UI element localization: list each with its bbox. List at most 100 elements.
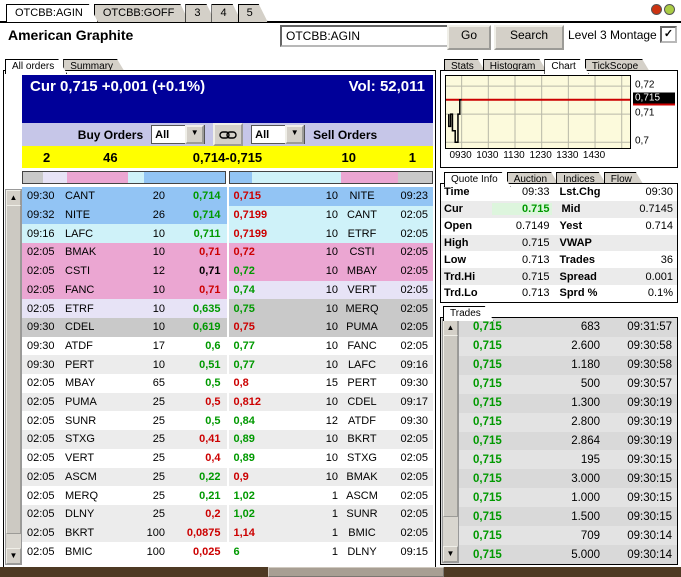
bid-half[interactable]: 02:05 BMAK 10 0,71 <box>22 243 227 262</box>
book-row[interactable]: 09:30 CDEL 10 0,619 0,75 10 PUMA 02:05 <box>22 317 433 337</box>
window-dot-red-icon[interactable] <box>651 4 662 15</box>
bid-half[interactable]: 02:05 DLNY 25 0,2 <box>22 504 227 524</box>
sell-filter-select[interactable]: All ▼ <box>251 125 306 144</box>
orderbook-tab-all-orders[interactable]: All orders <box>5 59 67 74</box>
book-row[interactable]: 02:05 MERQ 25 0,21 1,02 1 ASCM 02:05 <box>22 486 433 505</box>
bid-half[interactable]: 09:30 CANT 20 0,714 <box>22 187 227 206</box>
depth-segment <box>144 172 225 183</box>
bid-half[interactable]: 09:30 CDEL 10 0,619 <box>22 317 227 337</box>
ask-half[interactable]: 0,715 10 NITE 09:23 <box>228 187 433 206</box>
scroll-down-icon[interactable]: ▼ <box>6 548 21 564</box>
ask-half[interactable]: 0,7199 10 ETRF 02:05 <box>228 224 433 244</box>
ask-half[interactable]: 0,74 10 VERT 02:05 <box>228 280 433 300</box>
scroll-up-icon[interactable]: ▲ <box>6 190 21 206</box>
book-row[interactable]: 02:05 VERT 25 0,4 0,89 10 STXG 02:05 <box>22 448 433 468</box>
bid-half[interactable]: 02:05 PUMA 25 0,5 <box>22 392 227 412</box>
chart-tab-chart[interactable]: Chart <box>544 59 588 74</box>
book-row[interactable]: 02:05 BKRT 100 0,0875 1,14 1 BMIC 02:05 <box>22 523 433 543</box>
bid-half[interactable]: 02:05 BKRT 100 0,0875 <box>22 523 227 543</box>
book-row[interactable]: 09:16 LAFC 10 0,711 0,7199 10 ETRF 02:05 <box>22 224 433 244</box>
ask-size: 1 <box>331 545 338 558</box>
ask-half[interactable]: 1,14 1 BMIC 02:05 <box>228 523 433 543</box>
bid-half[interactable]: 09:30 PERT 10 0,51 <box>22 355 227 375</box>
trade-time: 09:30:14 <box>627 529 672 542</box>
scroll-down-icon[interactable]: ▼ <box>443 546 458 562</box>
book-row[interactable]: 09:30 ATDF 17 0,6 0,77 10 FANC 02:05 <box>22 336 433 356</box>
bid-half[interactable]: 09:30 ATDF 17 0,6 <box>22 336 227 356</box>
ask-half[interactable]: 0,8 15 PERT 09:30 <box>228 374 433 393</box>
bid-price: 0,51 <box>199 358 221 371</box>
bid-half[interactable]: 02:05 ASCM 25 0,22 <box>22 467 227 487</box>
chevron-down-icon[interactable]: ▼ <box>185 125 205 144</box>
book-row[interactable]: 02:05 BMAK 10 0,71 0,72 10 CSTI 02:05 <box>22 243 433 262</box>
window-tab-5[interactable]: 5 <box>238 4 268 22</box>
window-tab-4[interactable]: 4 <box>211 4 241 22</box>
book-row[interactable]: 02:05 PUMA 25 0,5 0,812 10 CDEL 09:17 <box>22 392 433 412</box>
ask-half[interactable]: 0,77 10 FANC 02:05 <box>228 336 433 356</box>
ask-half[interactable]: 0,9 10 BMAK 02:05 <box>228 467 433 487</box>
trade-time: 09:30:19 <box>627 434 672 447</box>
bid-depth-bar <box>22 171 226 184</box>
window-tab-otcbb-goff[interactable]: OTCBB:GOFF <box>94 4 190 22</box>
quote-row: High 0.715 VWAP <box>441 234 677 252</box>
scrollbar-thumb[interactable] <box>443 335 458 517</box>
orderbook-scrollbar[interactable]: ▲ ▼ <box>5 189 22 565</box>
trade-price: 0,715 <box>473 416 502 429</box>
ask-half[interactable]: 0,89 10 BKRT 02:05 <box>228 430 433 449</box>
ask-half[interactable]: 0,812 10 CDEL 09:17 <box>228 392 433 412</box>
book-row[interactable]: 02:05 BMIC 100 0,025 6 1 DLNY 09:15 <box>22 542 433 562</box>
bid-half[interactable]: 02:05 SUNR 25 0,5 <box>22 411 227 431</box>
trade-time: 09:30:19 <box>627 397 672 410</box>
bid-half[interactable]: 02:05 BMIC 100 0,025 <box>22 542 227 562</box>
symbol-input[interactable] <box>280 25 454 47</box>
bid-half[interactable]: 09:32 NITE 26 0,714 <box>22 205 227 225</box>
ask-half[interactable]: 0,72 10 MBAY 02:05 <box>228 261 433 281</box>
book-row[interactable]: 02:05 ASCM 25 0,22 0,9 10 BMAK 02:05 <box>22 467 433 487</box>
window-dot-green-icon[interactable] <box>664 4 675 15</box>
book-row[interactable]: 09:32 NITE 26 0,714 0,7199 10 CANT 02:05 <box>22 205 433 225</box>
buy-filter-select[interactable]: All ▼ <box>151 125 206 144</box>
ask-half[interactable]: 0,75 10 MERQ 02:05 <box>228 299 433 318</box>
chevron-down-icon[interactable]: ▼ <box>285 125 305 144</box>
scrollbar-thumb[interactable] <box>6 205 21 534</box>
ask-half[interactable]: 0,72 10 CSTI 02:05 <box>228 243 433 262</box>
book-row[interactable]: 02:05 DLNY 25 0,2 1,02 1 SUNR 02:05 <box>22 504 433 524</box>
scroll-up-icon[interactable]: ▲ <box>443 320 458 336</box>
book-row[interactable]: 02:05 MBAY 65 0,5 0,8 15 PERT 09:30 <box>22 374 433 393</box>
ask-half[interactable]: 1,02 1 ASCM 02:05 <box>228 486 433 505</box>
search-button[interactable]: Search <box>494 25 564 50</box>
ask-half[interactable]: 0,84 12 ATDF 09:30 <box>228 411 433 431</box>
bid-half[interactable]: 02:05 MBAY 65 0,5 <box>22 374 227 393</box>
go-button[interactable]: Go <box>447 25 491 50</box>
link-filters-button[interactable] <box>213 123 244 146</box>
book-row[interactable]: 09:30 PERT 10 0,51 0,77 10 LAFC 09:16 <box>22 355 433 375</box>
bid-half[interactable]: 02:05 FANC 10 0,71 <box>22 280 227 300</box>
ask-half[interactable]: 0,7199 10 CANT 02:05 <box>228 205 433 225</box>
bid-half[interactable]: 02:05 VERT 25 0,4 <box>22 448 227 468</box>
trades-tab-trades[interactable]: Trades <box>443 306 494 321</box>
book-row[interactable]: 02:05 FANC 10 0,71 0,74 10 VERT 02:05 <box>22 280 433 300</box>
trades-scrollbar[interactable]: ▲ ▼ <box>442 319 459 563</box>
ask-half[interactable]: 6 1 DLNY 09:15 <box>228 542 433 562</box>
ask-half[interactable]: 0,75 10 PUMA 02:05 <box>228 317 433 337</box>
bid-price: 0,41 <box>199 433 221 446</box>
ask-half[interactable]: 0,77 10 LAFC 09:16 <box>228 355 433 375</box>
trade-price: 0,715 <box>473 529 502 542</box>
book-row[interactable]: 09:30 CANT 20 0,714 0,715 10 NITE 09:23 <box>22 187 433 206</box>
bid-half[interactable]: 02:05 CSTI 12 0,71 <box>22 261 227 281</box>
ask-half[interactable]: 0,89 10 STXG 02:05 <box>228 448 433 468</box>
bid-half[interactable]: 02:05 STXG 25 0,41 <box>22 430 227 449</box>
bid-half[interactable]: 02:05 ETRF 10 0,635 <box>22 299 227 318</box>
bid-half[interactable]: 02:05 MERQ 25 0,21 <box>22 486 227 505</box>
book-row[interactable]: 02:05 STXG 25 0,41 0,89 10 BKRT 02:05 <box>22 430 433 449</box>
ask-half[interactable]: 1,02 1 SUNR 02:05 <box>228 504 433 524</box>
quote-tab-quote-info[interactable]: Quote Info <box>444 172 511 187</box>
book-row[interactable]: 02:05 SUNR 25 0,5 0,84 12 ATDF 09:30 <box>22 411 433 431</box>
bid-half[interactable]: 09:16 LAFC 10 0,711 <box>22 224 227 244</box>
montage-checkbox[interactable]: ✓ <box>660 26 677 43</box>
ask-mmid: CDEL <box>347 396 377 409</box>
window-tab-3[interactable]: 3 <box>185 4 215 22</box>
window-tab-otcbb-agin[interactable]: OTCBB:AGIN <box>6 4 98 22</box>
book-row[interactable]: 02:05 ETRF 10 0,635 0,75 10 MERQ 02:05 <box>22 299 433 318</box>
book-row[interactable]: 02:05 CSTI 12 0,71 0,72 10 MBAY 02:05 <box>22 261 433 281</box>
